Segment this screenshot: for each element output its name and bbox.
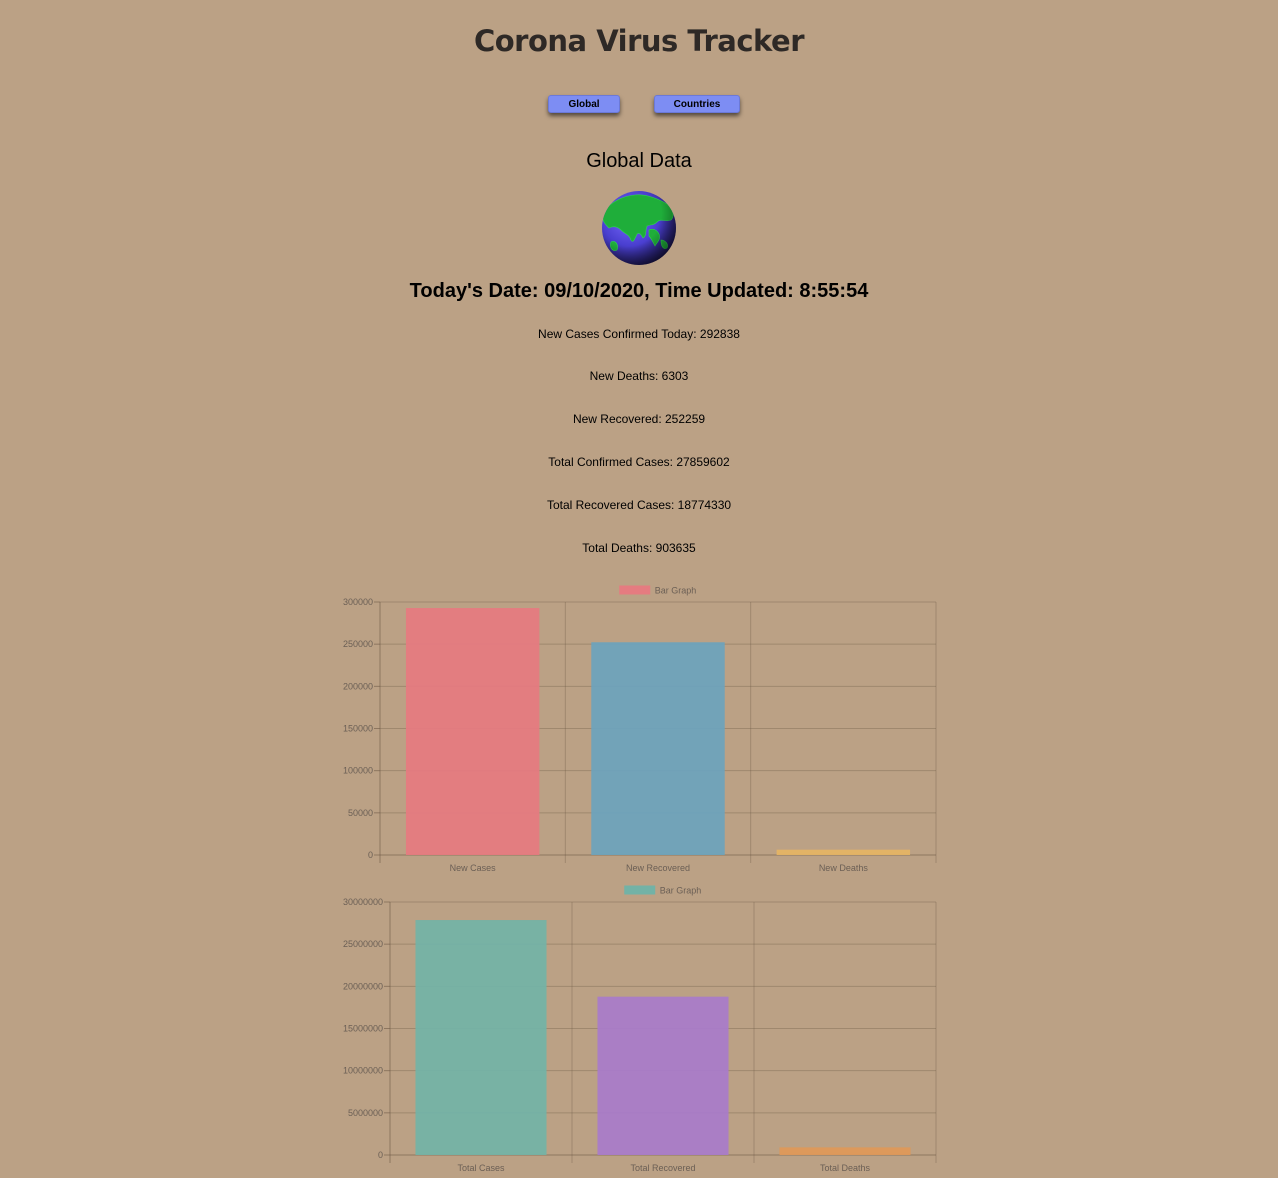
y-tick-label: 10000000: [343, 1066, 383, 1076]
legend-label: Bar Graph: [660, 886, 702, 896]
page: Corona Virus Tracker Global Countries Gl…: [0, 0, 1278, 1178]
y-tick-label: 100000: [343, 766, 373, 776]
stat-new-deaths: New Deaths: 6303: [589, 369, 689, 383]
y-tick-label: 250000: [343, 639, 373, 649]
nav-bar: Global Countries: [0, 95, 1278, 115]
x-tick-label: New Recovered: [626, 863, 690, 873]
bar-total-recovered: [597, 996, 729, 1155]
legend-swatch: [624, 885, 656, 895]
y-tick-label: 30000000: [343, 897, 383, 907]
stat-total-confirmed: Total Confirmed Cases: 27859602: [548, 455, 730, 469]
y-tick-label: 25000000: [343, 939, 383, 949]
stat-new-recovered: New Recovered: 252259: [572, 412, 706, 426]
y-tick-label: 200000: [343, 681, 373, 691]
date-time-line: Today's Date: 09/10/2020, Time Updated: …: [409, 280, 869, 302]
y-tick-label: 20000000: [343, 981, 383, 991]
x-tick-label: New Deaths: [819, 863, 869, 873]
bar-new-deaths: [776, 849, 911, 855]
y-tick-label: 150000: [343, 724, 373, 734]
legend-swatch: [619, 585, 651, 595]
countries-button[interactable]: Countries: [654, 95, 740, 113]
stat-total-recovered: Total Recovered Cases: 18774330: [546, 498, 732, 512]
section-title: Global Data: [586, 150, 692, 172]
bar-total-cases: [415, 920, 547, 1155]
bar-total-deaths: [779, 1147, 911, 1155]
legend-label: Bar Graph: [655, 586, 697, 596]
y-tick-label: 300000: [343, 597, 373, 607]
total-stats-chart-svg: Bar Graph 0 5000000 10000000 15000000 2000000…: [343, 885, 937, 1173]
app-title: Corona Virus Tracker: [473, 24, 805, 58]
stat-new-cases: New Cases Confirmed Today: 292838: [538, 327, 740, 341]
y-tick-label: 15000000: [343, 1024, 383, 1034]
bar-new-recovered: [591, 642, 725, 855]
y-tick-label: 0: [368, 850, 373, 860]
globe-icon: [602, 191, 676, 265]
global-button[interactable]: Global: [548, 95, 620, 113]
y-tick-label: 5000000: [348, 1108, 383, 1118]
y-tick-label: 50000: [348, 808, 373, 818]
bar-new-cases: [405, 608, 540, 855]
x-tick-label: Total Deaths: [820, 1163, 871, 1173]
x-tick-label: Total Recovered: [630, 1163, 695, 1173]
new-stats-chart: Bar Graph 0 50000 100000 150000 200000 250000 3…: [330, 582, 950, 873]
new-stats-chart-svg: Bar Graph 0 50000 100000 150000 200000 250000 3…: [343, 585, 937, 873]
x-tick-label: Total Cases: [457, 1163, 505, 1173]
total-stats-chart: Bar Graph 0 5000000 10000000 15000000 2000000…: [330, 882, 950, 1173]
x-tick-label: New Cases: [450, 863, 497, 873]
stat-total-deaths: Total Deaths: 903635: [582, 541, 696, 555]
y-tick-label: 0: [378, 1150, 383, 1160]
